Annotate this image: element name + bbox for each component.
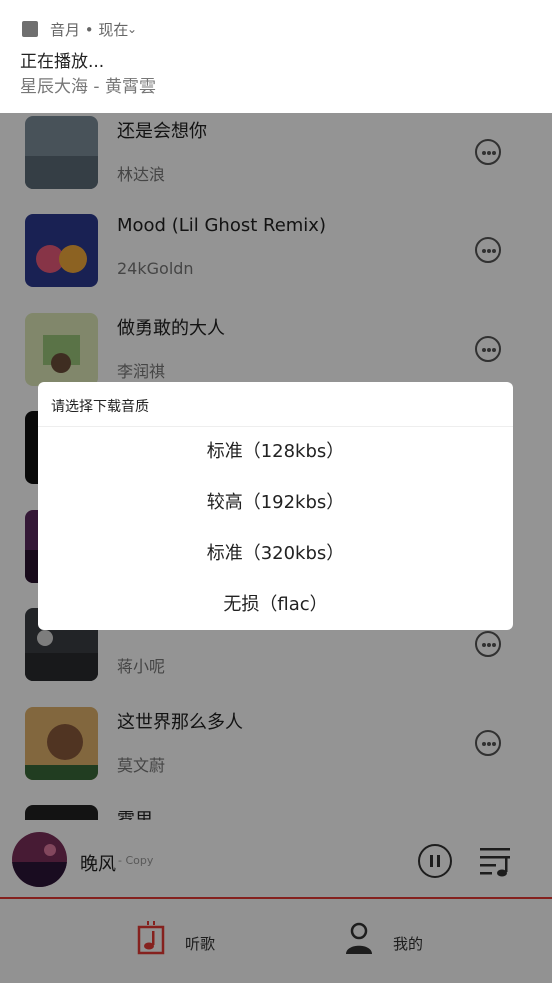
quality-option-192[interactable]: 较高（192kbs） — [38, 478, 513, 528]
chevron-down-icon[interactable]: ⌄ — [127, 22, 137, 36]
quality-option-128[interactable]: 标准（128kbs） — [38, 427, 513, 477]
app-icon — [22, 21, 38, 37]
quality-option-320[interactable]: 标准（320kbs） — [38, 529, 513, 579]
dialog-title: 请选择下载音质 — [51, 399, 149, 415]
quality-dialog: 请选择下载音质 标准（128kbs） 较高（192kbs） 标准（320kbs）… — [38, 382, 513, 630]
media-notification[interactable]: 音月 • 现在 ⌄ 正在播放... 星辰大海 - 黄霄雲 — [0, 0, 552, 113]
notification-title: 正在播放... — [20, 52, 105, 72]
quality-option-flac[interactable]: 无损（flac） — [38, 580, 513, 630]
notification-app-line: 音月 • 现在 — [50, 21, 129, 39]
notification-body: 星辰大海 - 黄霄雲 — [20, 77, 156, 97]
